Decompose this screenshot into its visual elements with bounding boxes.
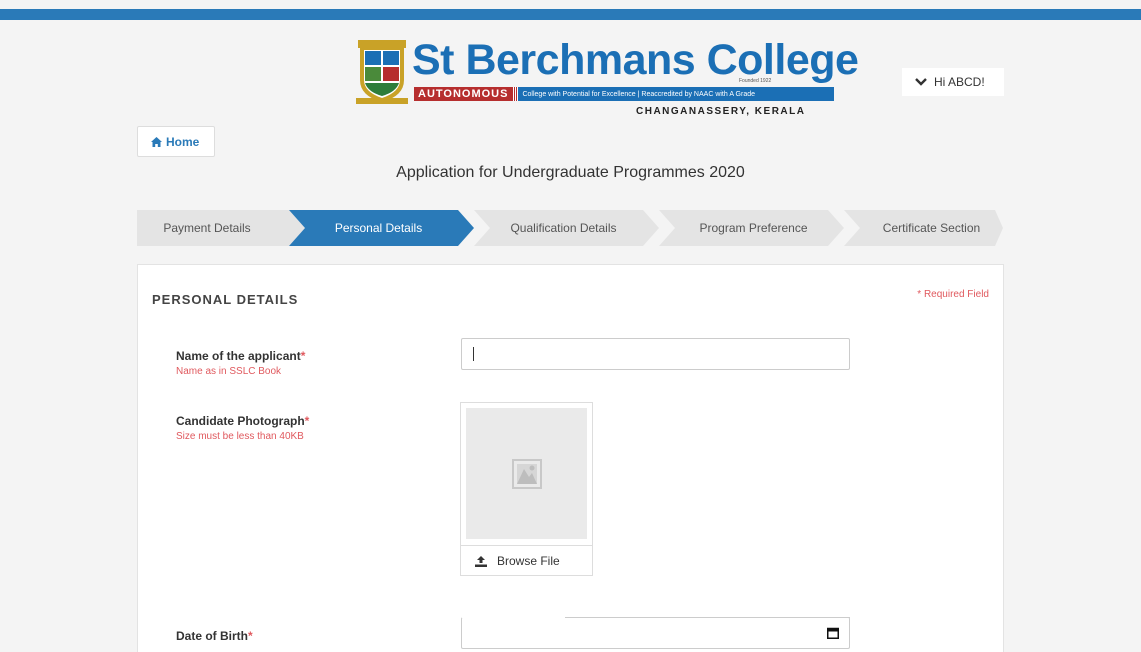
- step-label: Certificate Section: [882, 221, 981, 235]
- top-bar: [0, 0, 1141, 20]
- required-star: *: [248, 629, 253, 643]
- applicant-name-input[interactable]: [461, 338, 850, 370]
- upload-icon: [475, 555, 487, 567]
- logo-band: AUTONOMOUS College with Potential for Ex…: [414, 87, 834, 101]
- browse-file-button[interactable]: Browse File: [461, 545, 592, 575]
- required-field-note: * Required Field: [917, 289, 989, 300]
- home-icon: [151, 136, 162, 147]
- college-location: CHANGANASSERY, KERALA: [636, 106, 806, 117]
- step-label: Qualification Details: [510, 221, 617, 235]
- photo-hint: Size must be less than 40KB: [176, 431, 304, 442]
- text-caret: [473, 347, 474, 361]
- tagline: College with Potential for Excellence | …: [518, 87, 834, 101]
- applicant-name-label: Name of the applicant*: [176, 349, 305, 363]
- panel-title: PERSONAL DETAILS: [152, 292, 299, 307]
- photo-preview: [466, 408, 587, 539]
- top-accent-bar: [0, 9, 1141, 20]
- label-text: Candidate Photograph: [176, 414, 305, 428]
- dob-label: Date of Birth*: [176, 629, 253, 643]
- college-name: St Berchmans College: [412, 36, 859, 84]
- page-title: Application for Undergraduate Programmes…: [396, 164, 745, 181]
- label-text: Name of the applicant: [176, 349, 301, 363]
- image-placeholder-icon: [511, 458, 542, 489]
- dob-input[interactable]: [461, 617, 850, 649]
- progress-steps: Payment Details Personal Details Qualifi…: [137, 210, 1003, 246]
- step-label: Personal Details: [334, 221, 423, 235]
- college-crest-icon: [356, 40, 408, 104]
- college-logo: St Berchmans College Founded 1922 AUTONO…: [356, 36, 859, 120]
- chevron-down-icon: [915, 78, 927, 86]
- step-label: Program Preference: [699, 221, 808, 235]
- step-certificate-section[interactable]: Certificate Section: [844, 210, 1003, 246]
- photo-label: Candidate Photograph*: [176, 414, 309, 428]
- browse-file-label: Browse File: [497, 553, 560, 568]
- label-text: Date of Birth: [176, 629, 248, 643]
- photo-upload-box: Browse File: [460, 402, 593, 576]
- step-payment-details[interactable]: Payment Details: [137, 210, 305, 246]
- required-star: *: [304, 414, 310, 428]
- home-button[interactable]: Home: [137, 126, 215, 157]
- autonomous-label: AUTONOMOUS: [414, 87, 513, 101]
- founded-text: Founded 1922: [739, 78, 772, 84]
- home-label: Home: [166, 134, 200, 149]
- user-menu-button[interactable]: Hi ABCD!: [902, 68, 1004, 96]
- input-border: [565, 617, 850, 618]
- step-label: Payment Details: [163, 221, 251, 235]
- calendar-icon[interactable]: [827, 627, 839, 639]
- step-qualification-details[interactable]: Qualification Details: [474, 210, 659, 246]
- required-star: *: [300, 349, 306, 363]
- personal-details-panel: PERSONAL DETAILS * Required Field Name o…: [137, 264, 1004, 652]
- applicant-name-hint: Name as in SSLC Book: [176, 366, 282, 377]
- user-greeting: Hi ABCD!: [934, 75, 985, 89]
- step-personal-details[interactable]: Personal Details: [289, 210, 474, 246]
- step-program-preference[interactable]: Program Preference: [659, 210, 844, 246]
